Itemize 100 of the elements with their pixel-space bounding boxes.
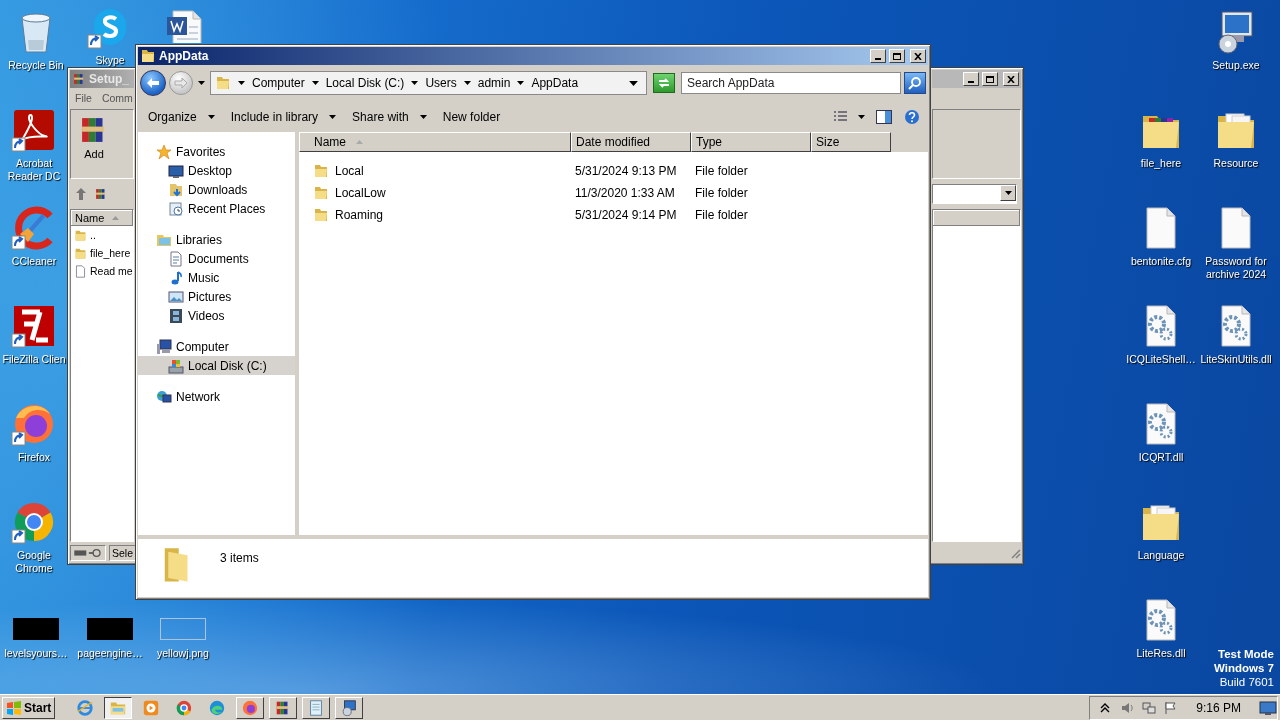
breadcrumb-dropdown-button[interactable] (516, 79, 526, 87)
close-button[interactable] (1003, 72, 1019, 86)
caret-icon (419, 115, 427, 119)
search-field[interactable]: Search AppData (681, 72, 901, 94)
maximize-button[interactable] (889, 49, 905, 63)
speaker-icon[interactable] (1120, 700, 1135, 715)
folder-icon (215, 75, 231, 91)
breadcrumb-item[interactable]: AppData (531, 76, 579, 90)
icon-label[interactable]: Resource (1213, 157, 1259, 170)
nav-item[interactable]: Local Disk (C:) (138, 356, 295, 375)
sort-arrow-icon (112, 216, 120, 220)
toolbar-button[interactable]: Include in library (224, 107, 343, 127)
icon-label[interactable]: LiteSkinUtils.dll (1200, 353, 1272, 366)
arrow-right-icon (174, 77, 188, 89)
file-name[interactable]: file_here (90, 247, 131, 259)
folder-icon (74, 246, 87, 260)
date-modified-cell-text: 5/31/2024 9:13 PM (574, 164, 678, 178)
breadcrumb-dropdown-button[interactable] (310, 79, 320, 87)
nav-item[interactable]: Recent Places (138, 199, 295, 218)
start-button[interactable]: Start (2, 696, 56, 719)
drive-key-icon (73, 547, 103, 559)
arrow-left-icon (146, 77, 160, 89)
nav-item[interactable]: Pictures (138, 287, 295, 306)
nav-item[interactable]: Documents (138, 249, 295, 268)
refresh-button[interactable] (653, 73, 675, 93)
network-icon[interactable] (1142, 700, 1157, 715)
flag-icon[interactable] (1164, 700, 1179, 715)
close-button[interactable] (910, 49, 926, 63)
window-title: AppData (159, 49, 209, 63)
path-combobox[interactable] (932, 184, 1017, 204)
nav-item[interactable]: Favorites (138, 142, 295, 161)
nav-item[interactable]: Computer (138, 337, 295, 356)
browser-icon (241, 698, 260, 717)
search-icon (908, 76, 922, 90)
maximize-button[interactable] (982, 72, 998, 86)
download-folder-icon (168, 181, 184, 198)
folder-icon (74, 228, 87, 242)
nav-item[interactable]: Videos (138, 306, 295, 325)
nav-item[interactable]: Network (138, 387, 295, 406)
file-name[interactable]: Read me (90, 265, 133, 277)
icon-label[interactable]: file_here (1140, 157, 1182, 170)
caret-icon (463, 81, 471, 85)
breadcrumb-dropdown-button[interactable] (410, 79, 420, 87)
up-arrow-icon[interactable] (74, 187, 88, 201)
address-bar[interactable]: Computer Local Disk (C:) Users admin AppData (210, 71, 647, 95)
column-header[interactable]: Name (299, 132, 571, 152)
column-header[interactable]: Type (691, 132, 811, 152)
network-icon (156, 388, 172, 405)
nav-item[interactable]: Desktop (138, 161, 295, 180)
folder-icon (140, 48, 156, 64)
recent-places-icon (168, 200, 184, 217)
breadcrumb-item[interactable]: Local Disk (C:) (325, 76, 405, 90)
caret-icon (517, 81, 525, 85)
icon-label[interactable]: Setup.exe (1212, 59, 1260, 72)
history-dropdown-button[interactable] (196, 81, 207, 85)
search-button[interactable] (904, 72, 926, 94)
breadcrumb-dropdown-button[interactable] (237, 79, 246, 87)
toolbar-button[interactable]: Organize (142, 107, 221, 127)
file-name[interactable]: Roaming (335, 208, 384, 222)
icon-label[interactable]: ICQRT.dll (1138, 451, 1184, 464)
sort-arrow-icon (356, 140, 363, 144)
column-header[interactable]: Date modified (571, 132, 691, 152)
icon-label[interactable]: LiteRes.dll (1136, 647, 1186, 660)
nav-item[interactable]: Downloads (138, 180, 295, 199)
icon-label[interactable]: bentonite.cfg (1130, 255, 1192, 268)
breadcrumb-item[interactable]: Users (425, 76, 457, 90)
menu-item[interactable]: File (75, 91, 92, 104)
folder-icon (313, 185, 329, 201)
breadcrumb-item[interactable]: admin (477, 76, 511, 90)
nav-item[interactable]: Libraries (138, 230, 295, 249)
refresh-icon (657, 77, 671, 89)
taskbar-button[interactable] (104, 696, 133, 719)
nav-item[interactable]: Music (138, 268, 295, 287)
file-name[interactable]: .. (90, 229, 96, 241)
archive-icon (94, 187, 108, 201)
icon-label[interactable]: ICQLiteShell… (1126, 353, 1196, 366)
caret-icon (629, 80, 638, 86)
column-header[interactable] (933, 210, 1020, 226)
menu-item[interactable]: Comm (101, 91, 133, 104)
show-desktop-button[interactable] (1259, 698, 1277, 717)
star-icon (156, 143, 172, 160)
icon-label[interactable]: Password for archive 2024 (1198, 255, 1274, 281)
icon-label[interactable]: Language (1137, 549, 1185, 562)
column-header[interactable]: Name (71, 210, 133, 226)
toolbar-button[interactable]: Share with (346, 107, 433, 127)
add-button[interactable]: Add (77, 113, 111, 175)
maximize-icon (986, 75, 994, 83)
minimize-button[interactable] (963, 72, 979, 86)
computer-icon (156, 338, 172, 355)
monitor-icon (168, 162, 184, 179)
picture-icon (168, 288, 184, 305)
resize-grip-icon[interactable] (1009, 547, 1021, 559)
breadcrumb-item[interactable]: Computer (252, 76, 305, 90)
toolbar-button[interactable]: New folder (436, 107, 507, 127)
column-header[interactable]: Size (811, 132, 891, 152)
file-name[interactable]: Local (335, 164, 364, 178)
back-button[interactable] (140, 70, 166, 96)
file-name[interactable]: LocalLow (335, 186, 386, 200)
minimize-button[interactable] (870, 49, 886, 63)
breadcrumb-dropdown-button[interactable] (462, 79, 472, 87)
